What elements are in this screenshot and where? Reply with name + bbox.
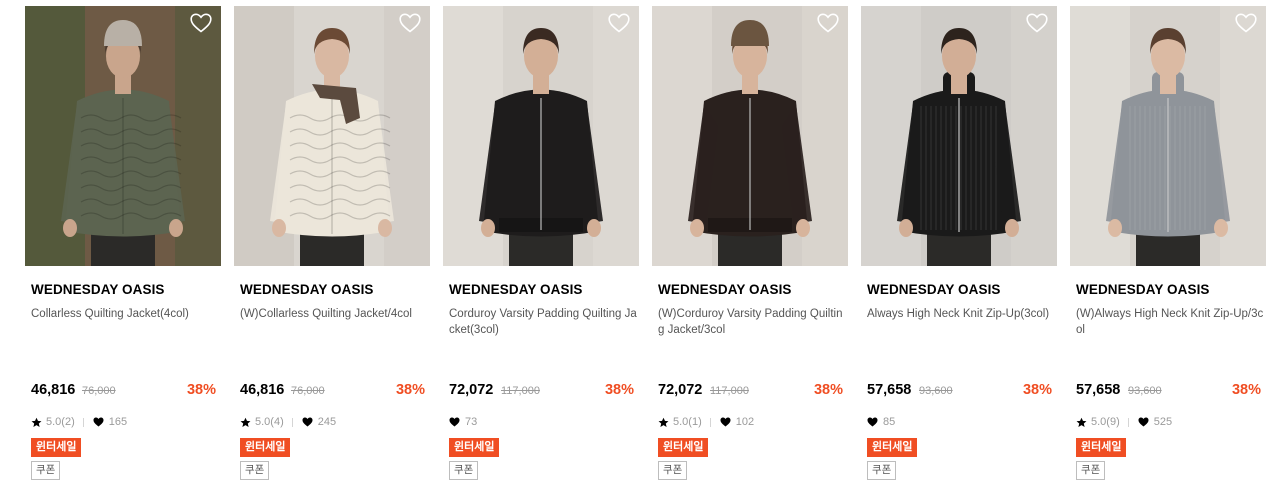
winter-sale-badge: 윈터세일 — [449, 438, 500, 457]
winter-sale-badge: 윈터세일 — [658, 438, 709, 457]
rating-text: 5.0(2) — [46, 416, 75, 428]
product-image[interactable] — [234, 6, 430, 266]
star-icon — [31, 417, 42, 427]
coupon-badge: 쿠폰 — [867, 461, 897, 480]
coupon-badge: 쿠폰 — [1076, 461, 1106, 480]
original-price: 76,000 — [291, 385, 325, 397]
heart-icon — [867, 417, 878, 427]
original-price: 117,000 — [501, 385, 540, 397]
winter-sale-badge: 윈터세일 — [1076, 438, 1127, 457]
like-count: 245 — [317, 416, 337, 428]
product-image[interactable] — [652, 6, 848, 266]
wishlist-heart-icon[interactable] — [399, 13, 421, 33]
brand-name[interactable]: WEDNESDAY OASIS — [1076, 282, 1210, 297]
review-meta: 5.0(9) 525 — [1076, 415, 1172, 429]
brand-name[interactable]: WEDNESDAY OASIS — [240, 282, 374, 297]
like-count: 102 — [735, 416, 755, 428]
winter-sale-badge: 윈터세일 — [240, 438, 291, 457]
product-image[interactable] — [25, 6, 221, 266]
like-count: 525 — [1153, 416, 1173, 428]
star-icon — [1076, 417, 1087, 427]
coupon-badge: 쿠폰 — [658, 461, 688, 480]
discount-rate: 38% — [813, 382, 843, 398]
product-name[interactable]: Collarless Quilting Jacket(4col) — [31, 306, 221, 322]
brand-name[interactable]: WEDNESDAY OASIS — [867, 282, 1001, 297]
product-name[interactable]: (W)Collarless Quilting Jacket/4col — [240, 306, 430, 322]
discount-rate: 38% — [1022, 382, 1052, 398]
like-count: 85 — [883, 416, 896, 428]
product-image[interactable] — [1070, 6, 1266, 266]
review-meta: 5.0(4) 245 — [240, 415, 336, 429]
discount-rate: 38% — [1231, 382, 1261, 398]
product-image[interactable] — [861, 6, 1057, 266]
like-count: 165 — [108, 416, 128, 428]
original-price: 76,000 — [82, 385, 116, 397]
rating-text: 5.0(9) — [1091, 416, 1120, 428]
sale-price: 57,658 — [1076, 382, 1121, 398]
like-count: 73 — [465, 416, 478, 428]
heart-icon — [720, 417, 731, 427]
coupon-badge: 쿠폰 — [31, 461, 61, 480]
divider — [82, 417, 84, 427]
heart-icon — [449, 417, 460, 427]
product-name[interactable]: Corduroy Varsity Padding Quilting Jacket… — [449, 306, 639, 338]
heart-icon — [302, 417, 313, 427]
product-name[interactable]: Always High Neck Knit Zip-Up(3col) — [867, 306, 1057, 322]
brand-name[interactable]: WEDNESDAY OASIS — [31, 282, 165, 297]
star-icon — [658, 417, 669, 427]
discount-rate: 38% — [186, 382, 216, 398]
wishlist-heart-icon[interactable] — [817, 13, 839, 33]
discount-rate: 38% — [604, 382, 634, 398]
heart-icon — [93, 417, 104, 427]
coupon-badge: 쿠폰 — [449, 461, 479, 480]
star-icon — [240, 417, 251, 427]
wishlist-heart-icon[interactable] — [1235, 13, 1257, 33]
wishlist-heart-icon[interactable] — [1026, 13, 1048, 33]
sale-price: 72,072 — [449, 382, 494, 398]
sale-price: 72,072 — [658, 382, 703, 398]
coupon-badge: 쿠폰 — [240, 461, 270, 480]
sale-price: 57,658 — [867, 382, 912, 398]
winter-sale-badge: 윈터세일 — [31, 438, 82, 457]
heart-icon — [1138, 417, 1149, 427]
sale-price: 46,816 — [31, 382, 76, 398]
original-price: 117,000 — [710, 385, 749, 397]
wishlist-heart-icon[interactable] — [190, 13, 212, 33]
review-meta: 85 — [867, 415, 895, 429]
brand-name[interactable]: WEDNESDAY OASIS — [449, 282, 583, 297]
divider — [1127, 417, 1129, 427]
sale-price: 46,816 — [240, 382, 285, 398]
product-name[interactable]: (W)Always High Neck Knit Zip-Up/3col — [1076, 306, 1266, 338]
review-meta: 73 — [449, 415, 477, 429]
product-image[interactable] — [443, 6, 639, 266]
original-price: 93,600 — [919, 385, 953, 397]
winter-sale-badge: 윈터세일 — [867, 438, 918, 457]
product-name[interactable]: (W)Corduroy Varsity Padding Quilting Jac… — [658, 306, 848, 338]
brand-name[interactable]: WEDNESDAY OASIS — [658, 282, 792, 297]
rating-text: 5.0(4) — [255, 416, 284, 428]
divider — [709, 417, 711, 427]
wishlist-heart-icon[interactable] — [608, 13, 630, 33]
divider — [291, 417, 293, 427]
rating-text: 5.0(1) — [673, 416, 702, 428]
review-meta: 5.0(2) 165 — [31, 415, 127, 429]
original-price: 93,600 — [1128, 385, 1162, 397]
discount-rate: 38% — [395, 382, 425, 398]
review-meta: 5.0(1) 102 — [658, 415, 754, 429]
